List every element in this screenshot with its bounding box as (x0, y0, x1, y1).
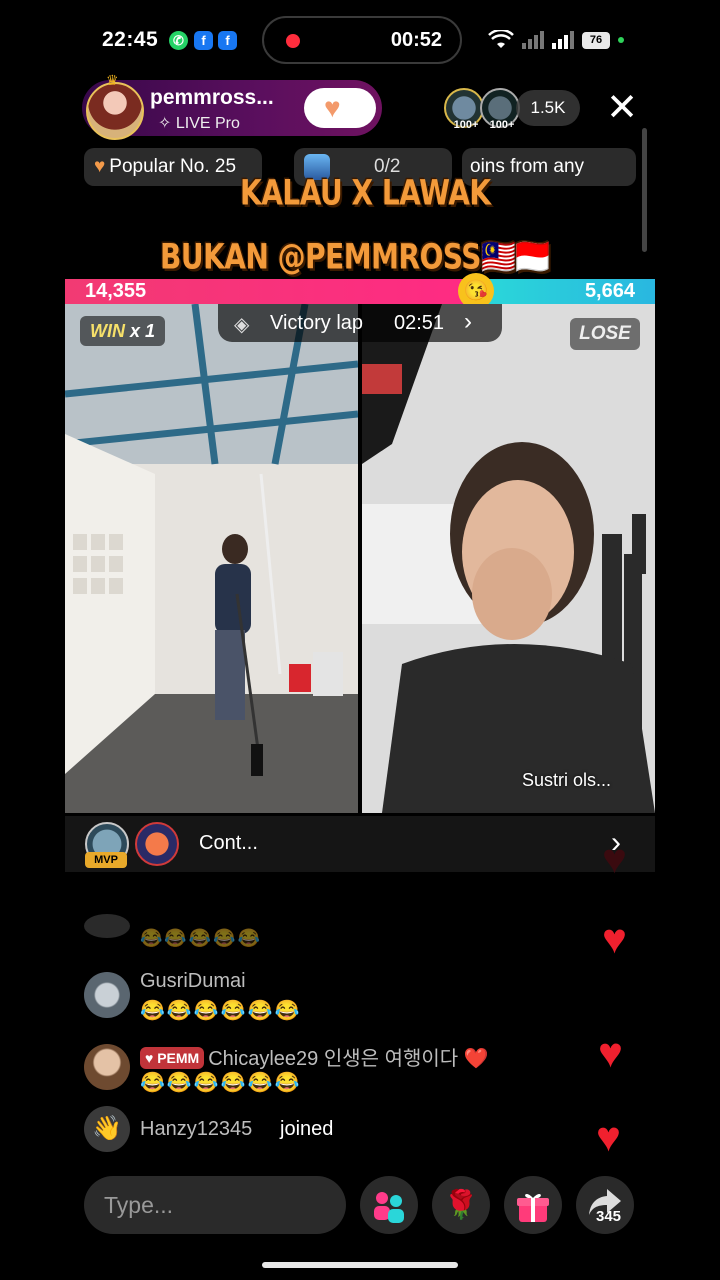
left-score: 14,355 (85, 280, 147, 302)
viewer-badge: 100+ (489, 119, 515, 131)
contributors-bar[interactable]: MVP Cont... › (65, 816, 655, 872)
host-info[interactable]: ♛ pemmross... ✧ LIVE Pro ♥ 3 (82, 72, 382, 140)
win-label: WIN (90, 321, 125, 341)
privacy-dot (618, 37, 624, 43)
viewer-badge: 100+ (453, 119, 479, 131)
rose-icon: 🌹 (443, 1189, 479, 1220)
popular-rank-pill[interactable]: ♥ Popular No. 25 (84, 148, 262, 186)
contributor-avatar[interactable] (135, 822, 179, 866)
status-icons: 76 (488, 26, 624, 54)
diamond-icon: ◈ (234, 314, 250, 336)
fan-club-badge: ♥ PEMM (140, 1047, 205, 1069)
heart-icon: ♥ (598, 1029, 623, 1076)
chat-message-text: 😂😂😂😂😂😂 (140, 1072, 302, 1094)
heart-icon: ♥ (145, 1050, 158, 1066)
follow-count: 3 (346, 108, 353, 120)
chat-avatar[interactable] (84, 914, 130, 938)
wifi-icon (488, 30, 514, 48)
heart-icon: ♥ (602, 915, 627, 962)
chat-join-text: joined (280, 1118, 334, 1140)
facebook-icon: f (194, 31, 213, 50)
right-score: 5,664 (584, 280, 635, 302)
opponent-video-scene (362, 304, 655, 813)
status-time: 22:45 (102, 28, 159, 51)
viewer-count[interactable]: 1.5K (516, 90, 580, 126)
chat-message-text: 😂😂😂😂😂😂 (140, 1000, 302, 1022)
win-badge: WIN x 1 (80, 316, 166, 346)
rose-button[interactable]: 🌹 (432, 1176, 490, 1234)
stream-overlay-caption: BUKAN @PEMMROSS🇲🇾🇮🇩 (160, 235, 550, 278)
host-video-scene (65, 304, 358, 813)
popular-rank: Popular No. 25 (109, 156, 237, 177)
host-avatar[interactable] (86, 82, 144, 140)
crown-icon: ♛ (106, 72, 119, 88)
lose-badge: LOSE (570, 318, 640, 350)
share-count: 345 (596, 1208, 622, 1225)
recording-timer: 00:52 (390, 29, 442, 51)
share-button[interactable] (576, 1176, 634, 1234)
stream-overlay-caption: KALAU X LAWAK (240, 171, 491, 214)
host-subtitle-text: LIVE Pro (175, 115, 240, 132)
top-viewer-avatar[interactable]: 100+ (444, 88, 484, 131)
top-viewer-avatar[interactable]: 100+ (480, 88, 520, 131)
chevron-right-icon: › (464, 308, 472, 335)
screen-recording-pill[interactable]: 00:52 (262, 16, 462, 64)
whatsapp-icon: ✆ (169, 31, 188, 50)
chat-message-text: 😂😂😂😂😂 (140, 928, 263, 948)
contributors-label: Cont... (199, 832, 258, 854)
opponent-video[interactable] (362, 304, 655, 813)
chat-username[interactable]: GusriDumai (140, 970, 246, 993)
host-name: pemmross... (150, 86, 274, 109)
sparkle-icon: ✧ (158, 115, 176, 132)
fan-club-badge-text: PEMM (157, 1050, 200, 1066)
record-icon (286, 34, 300, 48)
facebook-icon: f (218, 31, 237, 50)
people-icon (374, 1191, 404, 1223)
host-video[interactable] (65, 304, 358, 813)
opponent-name[interactable]: Sustri ols... (522, 770, 611, 791)
signal-icon (522, 31, 544, 49)
battery-icon: 76 (582, 31, 610, 49)
battle-score-bar: 14,355 5,664 😘 (65, 273, 655, 309)
home-indicator[interactable] (262, 1262, 458, 1268)
chat-username[interactable]: ♥ PEMM Chicaylee29 인생은 여행이다 ❤️ (140, 1042, 489, 1071)
heart-icon: ♥ (602, 835, 627, 882)
victory-label: Victory lap (270, 312, 364, 334)
chat-avatar[interactable] (84, 972, 130, 1018)
chat-username-text: Chicaylee29 인생은 여행이다 ❤️ (208, 1048, 489, 1070)
scroll-indicator (642, 128, 647, 252)
close-icon[interactable]: ✕ (604, 88, 640, 128)
status-bar: 22:45 ✆ f f 00:52 76 (0, 0, 720, 80)
mvp-badge: MVP (85, 852, 127, 868)
follow-button[interactable]: ♥ 3 (304, 88, 376, 128)
gift-icon (517, 1193, 549, 1222)
heart-icon: ♥ (94, 156, 106, 177)
victory-lap-pill[interactable]: ◈ Victory lap 02:51 › (218, 304, 502, 342)
victory-timer: 02:51 (394, 312, 445, 334)
signal-icon (552, 31, 574, 49)
gift-button[interactable] (504, 1176, 562, 1234)
people-button[interactable] (360, 1176, 418, 1234)
wave-icon: 👋 (84, 1106, 130, 1152)
heart-icon: ♥ (324, 92, 341, 123)
host-subtitle: ✧ LIVE Pro (158, 113, 240, 133)
chat-avatar[interactable] (84, 1044, 130, 1090)
comment-input[interactable]: Type... (84, 1176, 346, 1234)
heart-icon: ♥ (596, 1113, 621, 1160)
win-count: x 1 (130, 321, 156, 341)
chat-username[interactable]: Hanzy12345 (140, 1118, 252, 1141)
